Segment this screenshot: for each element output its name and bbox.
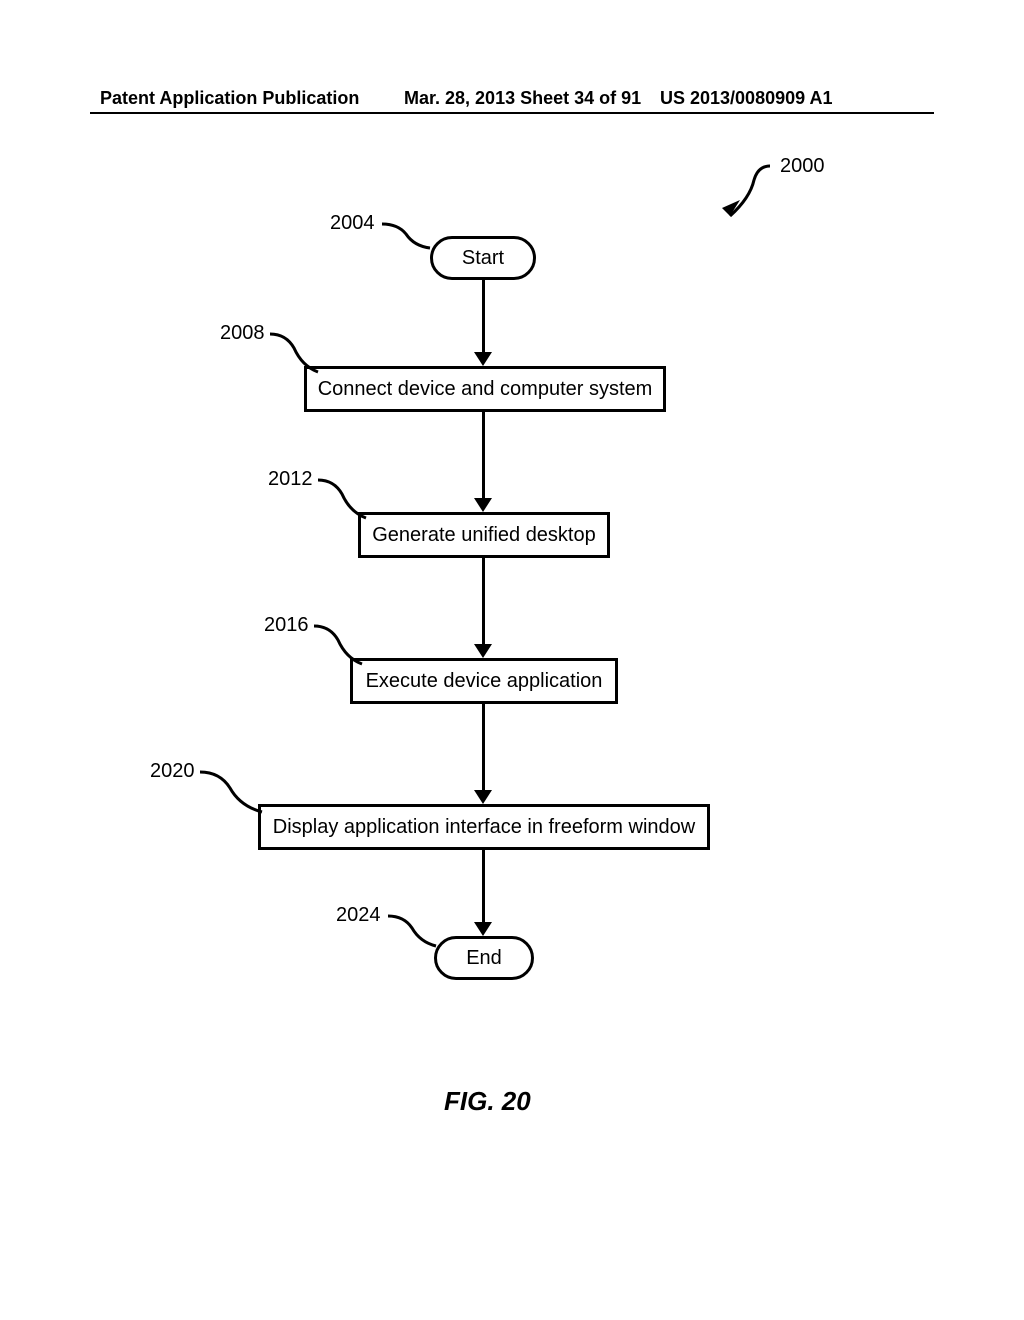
node-end: End (434, 936, 534, 980)
leader-step2 (314, 474, 370, 524)
node-start: Start (430, 236, 536, 280)
arrow-4 (482, 704, 485, 792)
arrowhead-4 (474, 790, 492, 804)
ref-end: 2024 (336, 904, 381, 927)
arrow-3 (482, 558, 485, 646)
node-step1: Connect device and computer system (304, 366, 666, 412)
ref-step4: 2020 (150, 760, 195, 783)
arrowhead-5 (474, 922, 492, 936)
node-step3: Execute device application (350, 658, 618, 704)
arrow-2 (482, 412, 485, 500)
node-step3-label: Execute device application (366, 670, 603, 693)
arrowhead-3 (474, 644, 492, 658)
node-step1-label: Connect device and computer system (318, 378, 653, 401)
leader-start (378, 218, 434, 254)
ref-start: 2004 (330, 212, 375, 235)
node-step2-label: Generate unified desktop (372, 524, 596, 547)
node-step4: Display application interface in freefor… (258, 804, 710, 850)
ref-overall: 2000 (780, 155, 825, 178)
ref-step2: 2012 (268, 468, 313, 491)
flowchart: 2000 Start 2004 Connect device and compu… (0, 0, 1024, 1320)
arrowhead-1 (474, 352, 492, 366)
arrow-5 (482, 850, 485, 924)
figure-caption: FIG. 20 (444, 1086, 531, 1117)
node-start-label: Start (462, 247, 504, 270)
arrowhead-2 (474, 498, 492, 512)
leader-step4 (196, 766, 266, 818)
leader-step3 (310, 620, 366, 670)
leader-end (384, 910, 440, 952)
leader-step1 (266, 328, 322, 378)
ref-step1: 2008 (220, 322, 265, 345)
arrow-1 (482, 280, 485, 354)
node-end-label: End (466, 947, 502, 970)
node-step4-label: Display application interface in freefor… (273, 816, 695, 839)
ref-step3: 2016 (264, 614, 309, 637)
leader-arrow-overall (720, 158, 780, 228)
node-step2: Generate unified desktop (358, 512, 610, 558)
